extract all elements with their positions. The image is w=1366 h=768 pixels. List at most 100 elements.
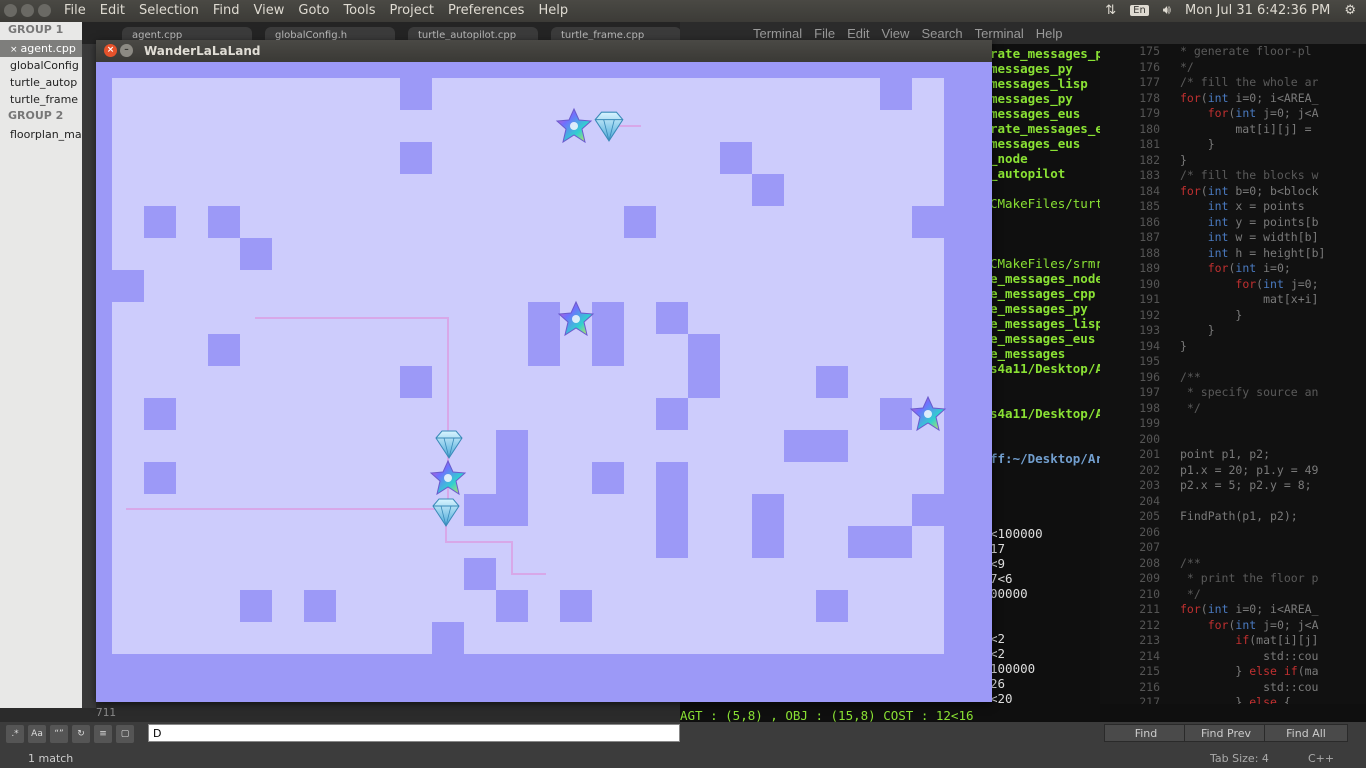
terminal-menu-item[interactable]: Edit [847,26,869,41]
code-line-text: for(int i=0; i<AREA_ [1180,602,1319,616]
terminal-menu-item[interactable]: Help [1036,26,1063,41]
code-line-text: } [1180,152,1187,167]
minimize-button[interactable]: – [120,44,133,57]
wall-block [112,270,144,302]
wall-block [592,302,624,334]
sidebar-file-item[interactable]: floorplan_ma [0,126,82,143]
wall-block [656,462,688,494]
editor-line-number: 711 [96,706,116,719]
code-line: 206 [1100,525,1366,541]
wall-block [432,622,464,654]
menu-selection[interactable]: Selection [139,3,199,18]
window-title: WanderLaLaLand [144,44,261,58]
code-line: 214 std::cou [1100,649,1366,665]
code-line-number: 192 [1139,307,1160,322]
terminal-menu-item[interactable]: Search [921,26,962,41]
code-line-number: 217 [1139,695,1160,704]
menu-file[interactable]: File [64,3,86,18]
in-selection-toggle[interactable]: ≡ [94,725,112,743]
terminal-menu-item[interactable]: Terminal [975,26,1024,41]
code-line-text: for(int j=0; j<A [1207,617,1319,632]
code-line-text: */ [1180,400,1201,415]
maximize-window-button[interactable] [38,4,51,17]
code-line-text: */ [1180,586,1201,601]
code-line-number: 203 [1139,478,1160,492]
code-line-number: 200 [1139,431,1160,446]
find-input[interactable]: D [148,724,680,742]
code-line-number: 186 [1139,214,1160,229]
simulation-window: × – WanderLaLaLand [96,40,992,702]
menu-help[interactable]: Help [538,3,568,18]
syntax-mode[interactable]: C++ [1308,752,1334,765]
menu-find[interactable]: Find [213,3,240,18]
case-sensitive-toggle[interactable]: Aa [28,725,46,743]
code-line: 195 [1100,354,1366,370]
code-line-number: 207 [1139,540,1160,554]
network-icon[interactable]: ⇅ [1105,3,1116,18]
code-line-text: * generate floor-pl [1180,44,1312,58]
close-window-button[interactable] [4,4,17,17]
find-options: .* Aa “” ↻ ≡ ▢ [6,725,134,743]
volume-icon[interactable]: 🔊︎ [1163,3,1171,18]
sidebar-file-item[interactable]: turtle_autop [0,74,82,91]
wall-block [208,334,240,366]
gear-icon[interactable]: ⚙ [1344,3,1356,18]
find-button[interactable]: Find [1104,724,1188,742]
match-count: 1 match [28,752,74,765]
code-line: 204 [1100,494,1366,510]
menu-goto[interactable]: Goto [298,3,329,18]
terminal-menu-item[interactable]: View [881,26,909,41]
wall-block [816,590,848,622]
find-all-button[interactable]: Find All [1264,724,1348,742]
code-view: 175 * generate floor-pl 176 */ 177 /* fill th… [1100,44,1366,704]
sidebar-file-item[interactable]: × agent.cpp [0,40,82,57]
keyboard-layout-indicator[interactable]: En [1130,5,1149,16]
highlight-toggle[interactable]: ▢ [116,725,134,743]
clock[interactable]: Mon Jul 31 6:42:36 PM [1185,3,1330,18]
floorplan-canvas [96,62,992,702]
code-line-number: 211 [1139,602,1160,616]
menu-tools[interactable]: Tools [343,3,375,18]
wall-block [528,334,560,366]
code-line-number: 190 [1139,276,1160,291]
code-line-text: /** [1180,369,1201,384]
wall-block [464,558,496,590]
code-line-number: 208 [1139,555,1160,570]
sidebar-file-label: agent.cpp [20,42,76,55]
menu-view[interactable]: View [254,3,285,18]
menu-project[interactable]: Project [389,3,433,18]
wrap-toggle[interactable]: ↻ [72,725,90,743]
wall-block [752,494,784,526]
code-line: 187 int w = width[b] [1100,230,1366,246]
wall-block [752,526,784,558]
menu-preferences[interactable]: Preferences [448,3,524,18]
wall-block [752,174,784,206]
code-line-number: 201 [1139,447,1160,461]
close-button[interactable]: × [104,44,117,57]
code-line-number: 184 [1139,183,1160,198]
close-file-icon[interactable]: × [10,45,18,55]
wall-block [848,526,880,558]
terminal-menu-item[interactable]: File [814,26,835,41]
wall-block [144,462,176,494]
code-line-text: for(int i=0; [1207,261,1291,275]
terminal-menu-item[interactable]: Terminal [753,26,802,41]
wall-block [496,590,528,622]
tab-size[interactable]: Tab Size: 4 [1210,752,1269,765]
regex-toggle[interactable]: .* [6,725,24,743]
minimize-window-button[interactable] [21,4,34,17]
sidebar-file-item[interactable]: turtle_frame [0,91,82,108]
code-line-number: 188 [1139,245,1160,260]
menu-edit[interactable]: Edit [100,3,125,18]
code-line: 183 /* fill the blocks w [1100,168,1366,184]
sidebar-open-files: GROUP 1 × agent.cpp globalConfig turtle_aut… [0,22,82,708]
code-line-number: 181 [1139,137,1160,151]
find-prev-button[interactable]: Find Prev [1184,724,1268,742]
whole-word-toggle[interactable]: “” [50,725,68,743]
code-line: 213 if(mat[i][j] [1100,633,1366,649]
code-line: 188 int h = height[b] [1100,246,1366,262]
sidebar-file-item[interactable]: globalConfig [0,57,82,74]
code-line: 199 [1100,416,1366,432]
code-line: 185 int x = points [1100,199,1366,215]
wall-block [496,462,528,494]
